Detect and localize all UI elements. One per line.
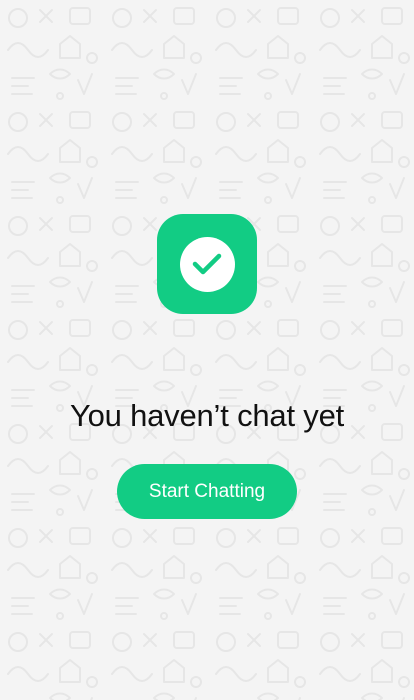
empty-state-title: You haven’t chat yet — [69, 398, 345, 433]
check-circle-icon — [179, 236, 235, 292]
chat-status-badge — [157, 214, 257, 314]
empty-chat-screen: You haven’t chat yet Start Chatting — [0, 0, 414, 700]
start-chatting-button[interactable]: Start Chatting — [117, 464, 297, 519]
checkmark-icon — [192, 253, 222, 275]
